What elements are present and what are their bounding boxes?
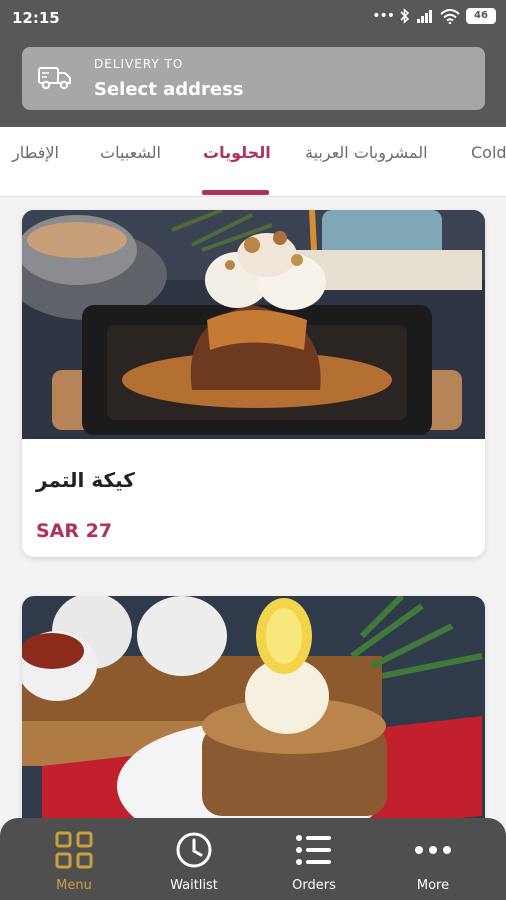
grid-icon xyxy=(24,830,124,870)
tab-popular[interactable]: الشعبيات xyxy=(100,143,161,162)
nav-waitlist-label: Waitlist xyxy=(170,878,218,893)
selected-address: Select address xyxy=(94,79,244,100)
tab-cold[interactable]: Cold xyxy=(471,143,506,162)
nav-waitlist[interactable]: Waitlist xyxy=(144,830,244,893)
clock-icon xyxy=(144,830,244,870)
notification-dots-icon: ••• xyxy=(372,8,395,24)
product-price: SAR 27 xyxy=(36,520,113,542)
more-dots-icon xyxy=(383,830,483,870)
battery-indicator: 46 xyxy=(466,8,496,24)
product-photo xyxy=(22,210,485,439)
wifi-icon xyxy=(440,8,460,24)
nav-more-label: More xyxy=(416,878,450,893)
signal-icon xyxy=(417,10,432,23)
status-bar: 12:15 ••• 46 xyxy=(0,0,506,36)
active-tab-indicator xyxy=(202,190,269,195)
app-header: 12:15 ••• 46 DELIVERY TO Select address xyxy=(0,0,506,127)
nav-more[interactable]: More xyxy=(383,830,483,893)
bottom-navigation: Menu Waitlist Orders More xyxy=(0,818,506,900)
nav-orders-label: Orders xyxy=(292,878,336,893)
status-time: 12:15 xyxy=(12,9,60,27)
nav-orders[interactable]: Orders xyxy=(264,830,364,893)
delivery-truck-icon xyxy=(38,67,71,90)
tab-arabic-drinks[interactable]: المشروبات العربية xyxy=(305,143,428,162)
product-list[interactable]: كيكة التمر SAR 27 xyxy=(0,198,506,818)
product-card[interactable] xyxy=(22,596,485,818)
tab-breakfast[interactable]: الإفطار xyxy=(12,143,59,162)
bluetooth-icon xyxy=(400,8,410,24)
delivery-to-label: DELIVERY TO xyxy=(94,57,184,71)
list-icon xyxy=(264,830,364,870)
nav-menu-label: Menu xyxy=(56,878,92,893)
category-tabs: الإفطار الشعبيات الحلويات المشروبات العر… xyxy=(0,127,506,197)
tab-desserts[interactable]: الحلويات xyxy=(203,143,271,162)
product-photo xyxy=(22,596,485,818)
delivery-address-button[interactable]: DELIVERY TO Select address xyxy=(22,47,485,110)
nav-menu[interactable]: Menu xyxy=(24,830,124,893)
product-name: كيكة التمر xyxy=(36,468,135,492)
status-icons: ••• 46 xyxy=(372,8,496,24)
product-card[interactable]: كيكة التمر SAR 27 xyxy=(22,210,485,557)
